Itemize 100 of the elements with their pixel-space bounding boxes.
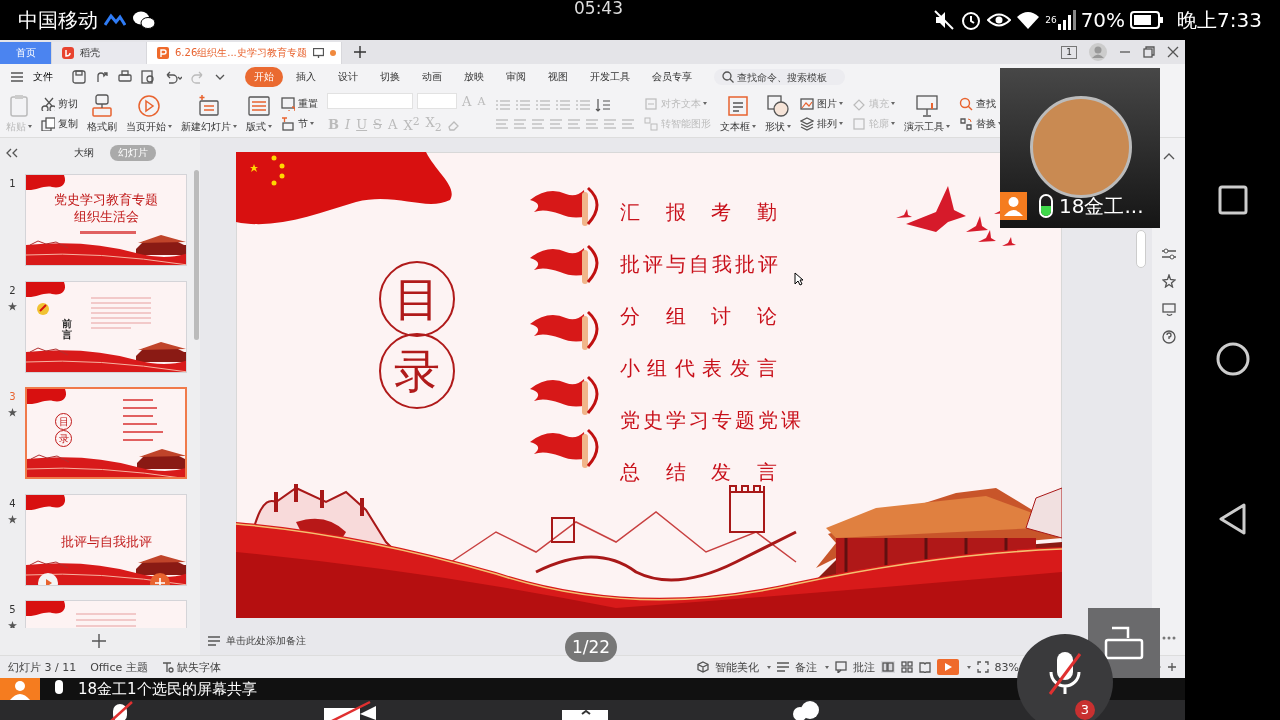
sliders-icon[interactable] [1161,248,1176,260]
back-icon[interactable] [1217,503,1248,535]
notes-placeholder[interactable]: 单击此处添加备注 [226,634,306,648]
tools-button[interactable]: 演示工具 [904,93,951,134]
slide-thumbnail[interactable]: 目 录 [25,387,187,479]
cube-icon [696,661,709,673]
contents-item: 小组代表发言 [620,356,780,380]
play-slideshow-icon[interactable] [936,659,959,675]
restore-icon[interactable] [1143,46,1155,58]
window-count-button[interactable]: 1 [1061,45,1077,59]
slide-number: 3 [9,391,16,402]
slide-number: 2 [9,284,16,296]
ribbon-tab[interactable]: 视图 [539,67,577,87]
scrollbar-thumb[interactable] [1136,230,1146,268]
panel-tab[interactable]: 大纲 [66,145,102,161]
replay-icon[interactable] [1161,302,1176,316]
ribbon-tab[interactable]: 会员专享 [643,67,701,87]
picture-icon [800,96,815,111]
beautify-button[interactable]: 智能美化 [714,659,759,675]
ribbon-tab[interactable]: 开发工具 [581,67,639,87]
search-icon [959,96,974,111]
textbox-button[interactable]: 文本框 [720,93,757,134]
home-tab[interactable]: 首页 [0,42,52,64]
document-tab[interactable]: 6.26组织生...史学习教育专题 [147,42,342,64]
text-lines-drawing [76,611,136,628]
battery-icon [1130,10,1165,30]
zoom-in-icon[interactable] [1167,662,1177,672]
normal-view-icon[interactable] [880,661,895,673]
undo-icon[interactable] [164,70,182,84]
collapse-icon[interactable] [6,148,18,158]
line-spacing-icon[interactable] [595,97,612,112]
mute-icon [933,9,956,31]
cut-button[interactable]: 剪切 [41,96,78,111]
arrange-button[interactable]: 排列 [800,116,844,131]
new-tab-icon[interactable] [354,46,366,58]
newslide-button[interactable]: 新建幻灯片 [181,93,237,134]
help-icon[interactable] [1161,330,1176,344]
slide-number: 1 [9,178,16,189]
fit-window-icon[interactable] [976,661,989,673]
network-type: 26 [1045,14,1057,25]
page-counter-badge: 1/22 [565,632,617,662]
monitor-icon [312,48,324,58]
slide-thumbnail[interactable]: 批评与自我批评 [25,493,187,586]
recents-icon[interactable] [1217,185,1248,215]
play-icon [137,93,161,118]
ribbon-tab[interactable]: 放映 [455,67,493,87]
replace-icon [959,116,974,131]
painter-button[interactable]: 格式刷 [87,93,117,134]
save-icon[interactable] [72,70,86,84]
slide-thumbnail[interactable]: 党史学习教育专题 组织生活会 [25,174,187,266]
unsaved-dot-icon [329,50,336,56]
person-icon [1000,192,1027,220]
video-tile[interactable]: 18金工... [1000,68,1160,228]
missing-font-label[interactable]: 缺失字体 [176,659,221,675]
section-button[interactable]: 节 [281,116,318,131]
preview-icon[interactable] [141,70,155,84]
tab[interactable]: 稻壳 [52,42,147,64]
reset-button[interactable]: 重置 [281,96,318,111]
contents-item: 汇报考勤 [620,200,780,224]
ribbon-tab[interactable]: 插入 [287,67,325,87]
logo-icon [62,47,74,59]
mic-level-icon [1039,194,1053,218]
reset-icon [281,96,295,111]
file-menu[interactable]: 文件 [33,70,53,84]
close-icon[interactable] [1167,46,1179,58]
add-slide-icon[interactable] [92,634,106,648]
picture-button[interactable]: 图片 [800,96,844,111]
copy-button[interactable]: 复制 [41,116,78,131]
search-field[interactable]: 查找命令、搜索模板 [714,69,845,85]
ribbon-tab[interactable]: 设计 [329,67,367,87]
collapse-ribbon-icon[interactable] [1162,152,1175,160]
wave-icon [104,13,126,27]
menu-icon[interactable] [10,71,24,83]
star-wand-icon[interactable] [1161,274,1176,288]
star-icon [8,514,17,524]
screen-switch-icon [1104,626,1144,660]
layout-button[interactable]: 版式 [246,93,272,134]
signal-icon [1057,10,1076,30]
notes-button[interactable]: 备注 [794,659,817,675]
thumbnail-title: 批评与自我批评 [60,532,152,550]
ribbon-tab[interactable]: 动画 [413,67,451,87]
scrollbar-thumb[interactable] [194,170,199,340]
diagram-icon [644,116,659,131]
zoom-level: 83% [994,660,1019,674]
shape-button[interactable]: 形状 [765,93,792,134]
comment-icon [834,661,847,673]
play-button[interactable]: 当页开始 [126,93,172,134]
contents-item: 总结发言 [620,460,780,484]
slide-thumbnail[interactable]: 前言 [25,280,187,373]
reading-view-icon[interactable] [918,661,931,673]
more-dots-icon[interactable] [1162,636,1176,640]
grid-view-icon[interactable] [900,661,913,673]
print-icon[interactable] [118,70,132,84]
document-icon [157,47,169,59]
brush-icon [90,93,114,118]
ribbon-tab[interactable]: 切换 [371,67,409,87]
home-icon[interactable] [1215,342,1250,376]
share-icon[interactable] [95,70,109,84]
comments-button[interactable]: 批注 [852,659,875,675]
ribbon-tab[interactable]: 审阅 [497,67,535,87]
